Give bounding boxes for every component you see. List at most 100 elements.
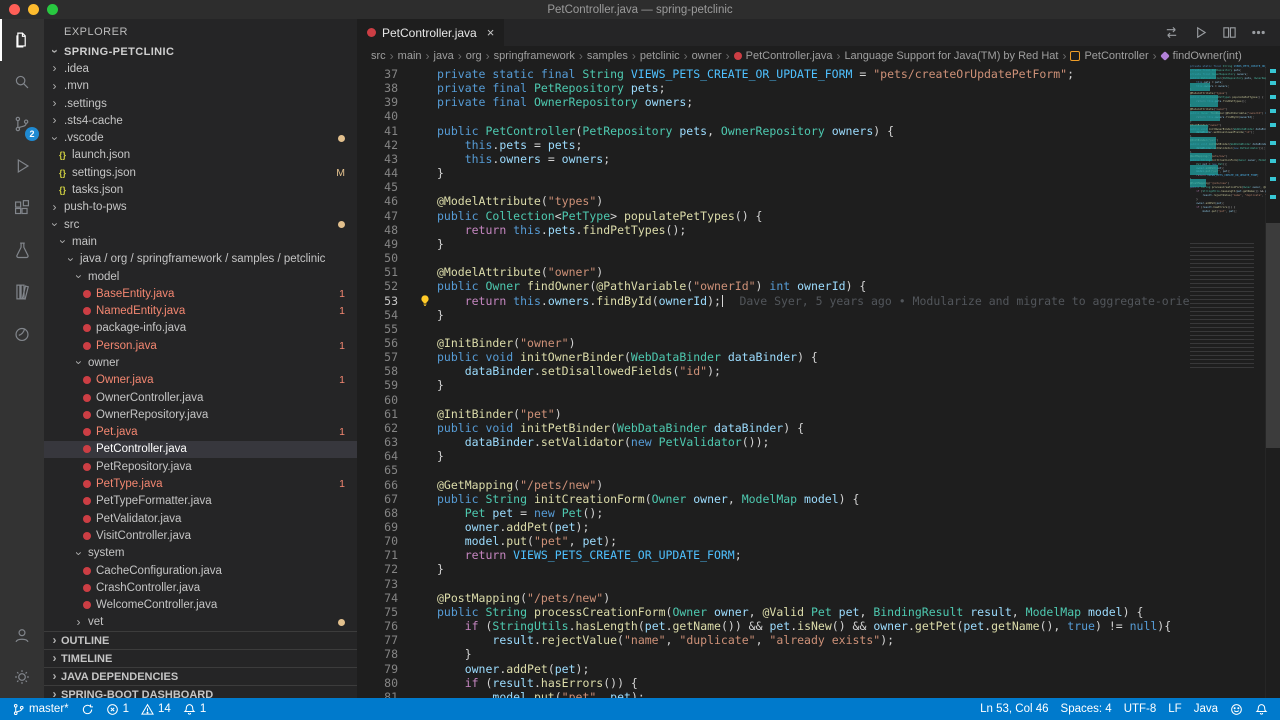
breadcrumb-petcontroller-java[interactable]: PetController.java xyxy=(734,50,833,62)
close-window-button[interactable] xyxy=(9,4,20,15)
tree-item-model[interactable]: ›model xyxy=(44,268,357,285)
split-editor-icon[interactable] xyxy=(1222,25,1237,40)
branch-indicator[interactable]: master* xyxy=(6,698,75,720)
code-line-66[interactable]: 66@GetMapping("/pets/new") xyxy=(357,478,1190,492)
breadcrumb-owner[interactable]: owner xyxy=(692,50,722,62)
tree-item-settings[interactable]: ›.settings xyxy=(44,95,357,112)
code-line-59[interactable]: 59} xyxy=(357,378,1190,392)
tree-item-idea[interactable]: ›.idea xyxy=(44,60,357,77)
code-line-42[interactable]: 42 this.pets = pets; xyxy=(357,138,1190,152)
tree-item-baseentity-java[interactable]: BaseEntity.java1 xyxy=(44,285,357,302)
code-line-75[interactable]: 75public String processCreationForm(Owne… xyxy=(357,605,1190,619)
code-line-51[interactable]: 51@ModelAttribute("owner") xyxy=(357,265,1190,279)
indentation[interactable]: Spaces: 4 xyxy=(1055,698,1118,720)
tree-item-push-to-pws[interactable]: ›push-to-pws xyxy=(44,199,357,216)
open-changes-icon[interactable] xyxy=(1164,25,1179,40)
tree-item-welcomecontroller-java[interactable]: WelcomeController.java xyxy=(44,597,357,614)
tree-item-namedentity-java[interactable]: NamedEntity.java1 xyxy=(44,302,357,319)
code-line-79[interactable]: 79 owner.addPet(pet); xyxy=(357,662,1190,676)
account-icon[interactable] xyxy=(0,614,44,656)
explorer-icon[interactable] xyxy=(0,19,44,61)
code-line-37[interactable]: 37private static final String VIEWS_PETS… xyxy=(357,67,1190,81)
tree-item-java-org-springframework-samples-petclinic[interactable]: ›java / org / springframework / samples … xyxy=(44,251,357,268)
code-line-57[interactable]: 57public void initOwnerBinder(WebDataBin… xyxy=(357,350,1190,364)
encoding[interactable]: UTF-8 xyxy=(1118,698,1163,720)
breadcrumb-petclinic[interactable]: petclinic xyxy=(640,50,680,62)
sync-button[interactable] xyxy=(75,698,100,720)
section-timeline[interactable]: ›TIMELINE xyxy=(44,649,357,667)
code-line-44[interactable]: 44} xyxy=(357,166,1190,180)
section-spring-boot-dashboard[interactable]: ›SPRING-BOOT DASHBOARD xyxy=(44,685,357,698)
tree-item-pettypeformatter-java[interactable]: PetTypeFormatter.java xyxy=(44,493,357,510)
code-line-73[interactable]: 73 xyxy=(357,577,1190,591)
code-line-54[interactable]: 54} xyxy=(357,308,1190,322)
tab-petcontroller[interactable]: PetController.java × xyxy=(357,19,504,46)
code-line-80[interactable]: 80 if (result.hasErrors()) { xyxy=(357,676,1190,690)
breadcrumb-language-support-for-java-tm-by-red-hat[interactable]: Language Support for Java(TM) by Red Hat xyxy=(844,50,1058,62)
breadcrumb-findowner-int[interactable]: findOwner(int) xyxy=(1161,50,1242,62)
breadcrumb-main[interactable]: main xyxy=(398,50,422,62)
search-icon[interactable] xyxy=(0,61,44,103)
tree-item-visitcontroller-java[interactable]: VisitController.java xyxy=(44,527,357,544)
tree-item-pet-java[interactable]: Pet.java1 xyxy=(44,424,357,441)
code-line-52[interactable]: 52public Owner findOwner(@PathVariable("… xyxy=(357,279,1190,293)
tree-item-person-java[interactable]: Person.java1 xyxy=(44,337,357,354)
code-line-56[interactable]: 56@InitBinder("owner") xyxy=(357,336,1190,350)
tree-item-sts4-cache[interactable]: ›.sts4-cache xyxy=(44,112,357,129)
breadcrumb-samples[interactable]: samples xyxy=(587,50,628,62)
code-line-76[interactable]: 76 if (StringUtils.hasLength(pet.getName… xyxy=(357,619,1190,633)
alerts[interactable]: 1 xyxy=(177,698,212,720)
code-line-45[interactable]: 45 xyxy=(357,180,1190,194)
code-line-48[interactable]: 48 return this.pets.findPetTypes(); xyxy=(357,223,1190,237)
more-actions-icon[interactable] xyxy=(1251,25,1266,40)
tree-item-launch-json[interactable]: {}launch.json xyxy=(44,147,357,164)
problems-errors[interactable]: 1 xyxy=(100,698,135,720)
problems-warnings[interactable]: 14 xyxy=(135,698,177,720)
code-line-78[interactable]: 78 } xyxy=(357,647,1190,661)
code-line-47[interactable]: 47public Collection<PetType> populatePet… xyxy=(357,209,1190,223)
close-tab-icon[interactable]: × xyxy=(487,26,495,39)
tree-item-vscode[interactable]: ›.vscode xyxy=(44,129,357,146)
minimize-window-button[interactable] xyxy=(28,4,39,15)
tree-item-settings-json[interactable]: {}settings.jsonM xyxy=(44,164,357,181)
code-line-77[interactable]: 77 result.rejectValue("name", "duplicate… xyxy=(357,633,1190,647)
spring-boot-dashboard-icon[interactable] xyxy=(0,313,44,355)
zoom-window-button[interactable] xyxy=(47,4,58,15)
code-line-39[interactable]: 39private final OwnerRepository owners; xyxy=(357,95,1190,109)
section-outline[interactable]: ›OUTLINE xyxy=(44,631,357,649)
tree-item-src[interactable]: ›src xyxy=(44,216,357,233)
tree-item-crashcontroller-java[interactable]: CrashController.java xyxy=(44,579,357,596)
code-line-64[interactable]: 64} xyxy=(357,449,1190,463)
tree-item-petrepository-java[interactable]: PetRepository.java xyxy=(44,458,357,475)
code-line-40[interactable]: 40 xyxy=(357,109,1190,123)
code-line-60[interactable]: 60 xyxy=(357,393,1190,407)
code-line-61[interactable]: 61@InitBinder("pet") xyxy=(357,407,1190,421)
scrollbar-thumb[interactable] xyxy=(1266,223,1280,448)
run-debug-icon[interactable] xyxy=(0,145,44,187)
code-line-50[interactable]: 50 xyxy=(357,251,1190,265)
code-line-46[interactable]: 46@ModelAttribute("types") xyxy=(357,194,1190,208)
breadcrumb-java[interactable]: java xyxy=(434,50,454,62)
code-editor[interactable]: 37private static final String VIEWS_PETS… xyxy=(357,67,1190,698)
feedback[interactable] xyxy=(1224,698,1249,720)
java-dependencies-icon[interactable] xyxy=(0,271,44,313)
tree-item-owner[interactable]: ›owner xyxy=(44,354,357,371)
tree-item-cacheconfiguration-java[interactable]: CacheConfiguration.java xyxy=(44,562,357,579)
code-line-74[interactable]: 74@PostMapping("/pets/new") xyxy=(357,591,1190,605)
code-line-68[interactable]: 68 Pet pet = new Pet(); xyxy=(357,506,1190,520)
tree-item-system[interactable]: ›system xyxy=(44,545,357,562)
code-area[interactable]: 37private static final String VIEWS_PETS… xyxy=(357,65,1280,698)
tree-item-owner-java[interactable]: Owner.java1 xyxy=(44,372,357,389)
code-line-49[interactable]: 49} xyxy=(357,237,1190,251)
extensions-icon[interactable] xyxy=(0,187,44,229)
code-line-55[interactable]: 55 xyxy=(357,322,1190,336)
code-line-69[interactable]: 69 owner.addPet(pet); xyxy=(357,520,1190,534)
tree-item-package-info-java[interactable]: package-info.java xyxy=(44,320,357,337)
code-line-63[interactable]: 63 dataBinder.setValidator(new PetValida… xyxy=(357,435,1190,449)
tree-item-ownerrepository-java[interactable]: OwnerRepository.java xyxy=(44,406,357,423)
tree-item-mvn[interactable]: ›.mvn xyxy=(44,78,357,95)
code-line-38[interactable]: 38private final PetRepository pets; xyxy=(357,81,1190,95)
tree-item-vet[interactable]: ›vet xyxy=(44,614,357,631)
run-icon[interactable] xyxy=(1193,25,1208,40)
code-line-67[interactable]: 67public String initCreationForm(Owner o… xyxy=(357,492,1190,506)
